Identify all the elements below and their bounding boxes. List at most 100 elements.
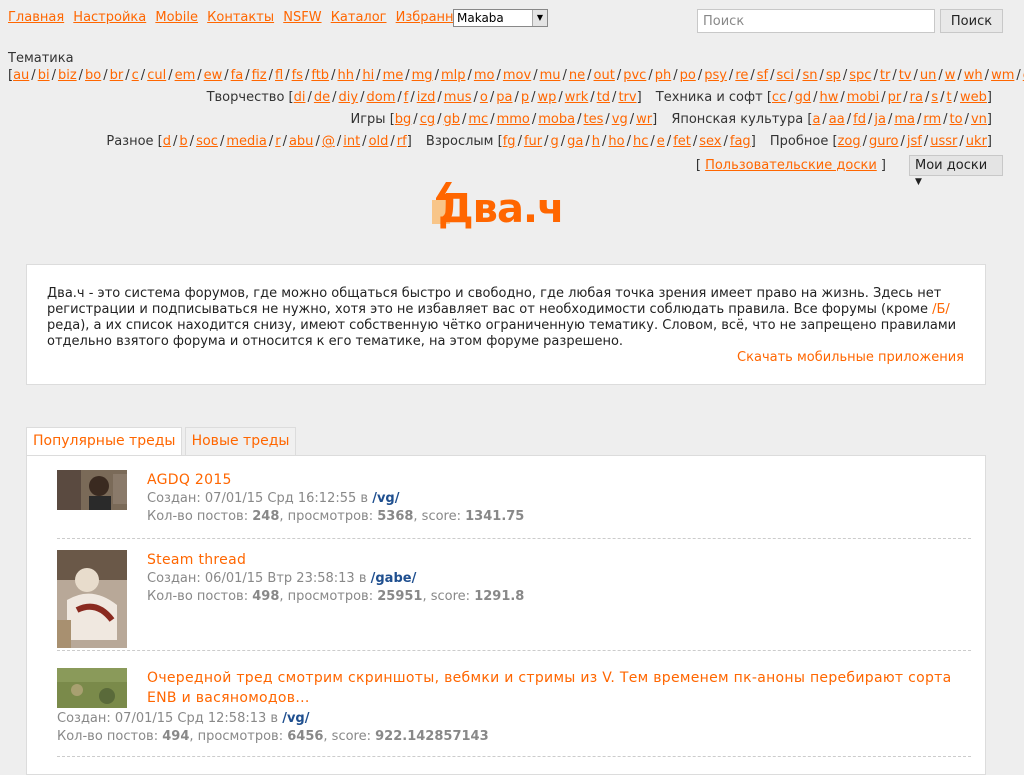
board-link-tematika[interactable]: ph: [655, 68, 672, 83]
board-link-tematika[interactable]: mg: [412, 68, 433, 83]
board-link-tematika[interactable]: fl: [275, 68, 283, 83]
board-link-tvorchestvo[interactable]: diy: [339, 90, 359, 105]
thread-title[interactable]: Steam thread: [147, 550, 967, 570]
board-link-tematika[interactable]: tr: [880, 68, 890, 83]
board-link-tvorchestvo[interactable]: o: [480, 90, 488, 105]
board-link-tech[interactable]: hw: [820, 90, 839, 105]
nav-link-mobile[interactable]: Mobile: [155, 10, 198, 25]
thread-board-link[interactable]: /vg/: [282, 711, 309, 726]
nav-link-home[interactable]: Главная: [8, 10, 64, 25]
nav-link-settings[interactable]: Настройка: [73, 10, 146, 25]
board-link-tematika[interactable]: ne: [569, 68, 585, 83]
board-link-trial[interactable]: zog: [838, 134, 861, 149]
board-link-misc[interactable]: abu: [289, 134, 313, 149]
board-link-tematika[interactable]: fiz: [252, 68, 267, 83]
board-link-adult[interactable]: hc: [633, 134, 648, 149]
board-link-tvorchestvo[interactable]: de: [314, 90, 330, 105]
board-link-games[interactable]: mc: [468, 112, 488, 127]
board-link-tematika[interactable]: hh: [337, 68, 353, 83]
board-link-tech[interactable]: gd: [795, 90, 812, 105]
search-input[interactable]: [697, 9, 935, 33]
nav-link-nsfw[interactable]: NSFW: [283, 10, 321, 25]
board-link-misc[interactable]: int: [343, 134, 360, 149]
board-link-games[interactable]: tes: [584, 112, 604, 127]
board-link-trial[interactable]: jsf: [907, 134, 922, 149]
board-link-tematika[interactable]: un: [920, 68, 936, 83]
board-link-tematika[interactable]: br: [110, 68, 124, 83]
board-link-adult[interactable]: fg: [503, 134, 516, 149]
b-board-link[interactable]: /Б/: [932, 302, 950, 317]
board-link-adult[interactable]: fur: [524, 134, 542, 149]
board-link-tvorchestvo[interactable]: mus: [444, 90, 472, 105]
board-link-adult[interactable]: e: [657, 134, 665, 149]
board-link-tech[interactable]: web: [960, 90, 987, 105]
board-link-adult[interactable]: ho: [608, 134, 624, 149]
board-link-tematika[interactable]: mu: [540, 68, 561, 83]
thread-thumbnail[interactable]: [57, 550, 127, 648]
board-link-games[interactable]: moba: [538, 112, 575, 127]
board-link-misc[interactable]: soc: [196, 134, 218, 149]
board-link-tvorchestvo[interactable]: wp: [538, 90, 557, 105]
nav-link-contacts[interactable]: Контакты: [207, 10, 274, 25]
board-link-tvorchestvo[interactable]: wrk: [565, 90, 589, 105]
board-link-tematika[interactable]: wm: [991, 68, 1014, 83]
board-link-japan[interactable]: aa: [829, 112, 845, 127]
board-link-tematika[interactable]: fs: [292, 68, 303, 83]
logo-text[interactable]: Два.ч: [438, 186, 565, 232]
board-link-trial[interactable]: guro: [869, 134, 899, 149]
thread-title[interactable]: AGDQ 2015: [147, 470, 967, 490]
board-link-japan[interactable]: fd: [853, 112, 866, 127]
board-link-tematika[interactable]: mlp: [441, 68, 466, 83]
board-link-misc[interactable]: old: [369, 134, 389, 149]
board-link-games[interactable]: mmo: [497, 112, 530, 127]
board-link-tech[interactable]: ra: [910, 90, 923, 105]
board-link-tematika[interactable]: bi: [38, 68, 50, 83]
board-link-tematika[interactable]: sp: [826, 68, 841, 83]
board-link-misc[interactable]: @: [322, 134, 335, 149]
board-link-tematika[interactable]: au: [13, 68, 29, 83]
board-link-tematika[interactable]: c: [132, 68, 139, 83]
board-link-tematika[interactable]: re: [735, 68, 748, 83]
board-link-tvorchestvo[interactable]: p: [521, 90, 529, 105]
tab-new[interactable]: Новые треды: [184, 427, 297, 455]
thread-title[interactable]: Очередной тред смотрим скриншоты, вебмки…: [147, 668, 967, 708]
board-link-tvorchestvo[interactable]: trv: [618, 90, 636, 105]
board-link-adult[interactable]: h: [592, 134, 600, 149]
board-link-tematika[interactable]: sn: [802, 68, 817, 83]
my-boards-dropdown[interactable]: Мои доски ▼: [909, 155, 1003, 187]
board-link-adult[interactable]: g: [551, 134, 559, 149]
board-link-tematika[interactable]: sf: [757, 68, 768, 83]
board-link-japan[interactable]: vn: [971, 112, 987, 127]
board-link-misc[interactable]: media: [226, 134, 267, 149]
board-link-tech[interactable]: s: [931, 90, 938, 105]
thread-item[interactable]: Steam thread Создан: 06/01/15 Втр 23:58:…: [57, 550, 971, 651]
board-link-tematika[interactable]: pvc: [623, 68, 646, 83]
thread-thumbnail[interactable]: [57, 470, 127, 510]
board-link-tech[interactable]: cc: [772, 90, 786, 105]
board-link-tvorchestvo[interactable]: di: [294, 90, 306, 105]
board-link-tematika[interactable]: po: [680, 68, 696, 83]
search-button[interactable]: Поиск: [940, 9, 1003, 33]
board-link-tematika[interactable]: mo: [474, 68, 495, 83]
thread-item[interactable]: Очередной тред смотрим скриншоты, вебмки…: [57, 668, 971, 757]
board-link-tvorchestvo[interactable]: f: [404, 90, 409, 105]
board-link-games[interactable]: wr: [636, 112, 652, 127]
board-link-adult[interactable]: ga: [567, 134, 583, 149]
style-select[interactable]: Makaba ▼: [453, 9, 548, 27]
board-link-tematika[interactable]: cul: [147, 68, 166, 83]
board-link-games[interactable]: gb: [443, 112, 460, 127]
board-link-japan[interactable]: a: [812, 112, 820, 127]
thread-thumbnail[interactable]: [57, 668, 127, 708]
board-link-tematika[interactable]: bo: [85, 68, 101, 83]
mobile-apps-link[interactable]: Скачать мобильные приложения: [737, 350, 964, 366]
board-link-tematika[interactable]: hi: [362, 68, 374, 83]
board-link-tematika[interactable]: wh: [964, 68, 983, 83]
board-link-adult[interactable]: sex: [699, 134, 721, 149]
thread-board-link[interactable]: /vg/: [372, 491, 399, 506]
board-link-tech[interactable]: pr: [888, 90, 902, 105]
thread-board-link[interactable]: /gabe/: [371, 571, 417, 586]
board-link-japan[interactable]: ja: [874, 112, 886, 127]
board-link-trial[interactable]: ussr: [930, 134, 957, 149]
board-link-adult[interactable]: fet: [673, 134, 691, 149]
board-link-japan[interactable]: rm: [923, 112, 941, 127]
